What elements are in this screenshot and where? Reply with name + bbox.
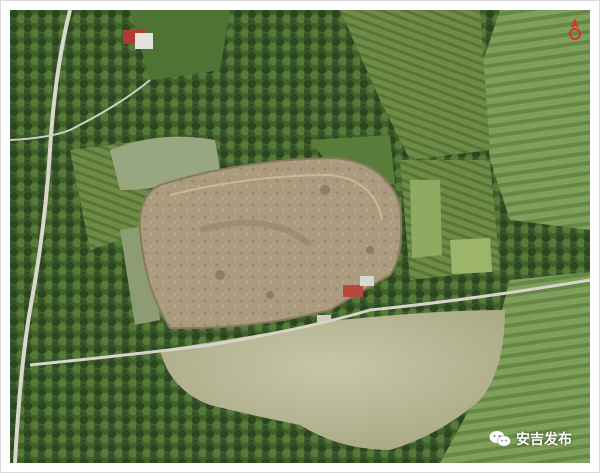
north-compass-icon bbox=[569, 18, 581, 40]
pit-hole bbox=[215, 270, 225, 280]
site-building bbox=[360, 276, 374, 286]
watermark-text: 安吉发布 bbox=[516, 432, 572, 448]
pit-hole bbox=[320, 185, 330, 195]
green-plot bbox=[410, 180, 442, 258]
aerial-photo: 安吉发布 bbox=[10, 10, 590, 463]
site-building bbox=[343, 285, 363, 297]
aerial-scene bbox=[10, 10, 590, 463]
pit-hole bbox=[366, 246, 374, 254]
wechat-icon bbox=[489, 431, 511, 447]
pit-hole bbox=[266, 291, 274, 299]
house bbox=[135, 33, 153, 49]
watermark: 安吉发布 bbox=[489, 429, 572, 449]
photo-frame: 安吉发布 bbox=[0, 0, 600, 473]
green-plot bbox=[450, 238, 492, 274]
